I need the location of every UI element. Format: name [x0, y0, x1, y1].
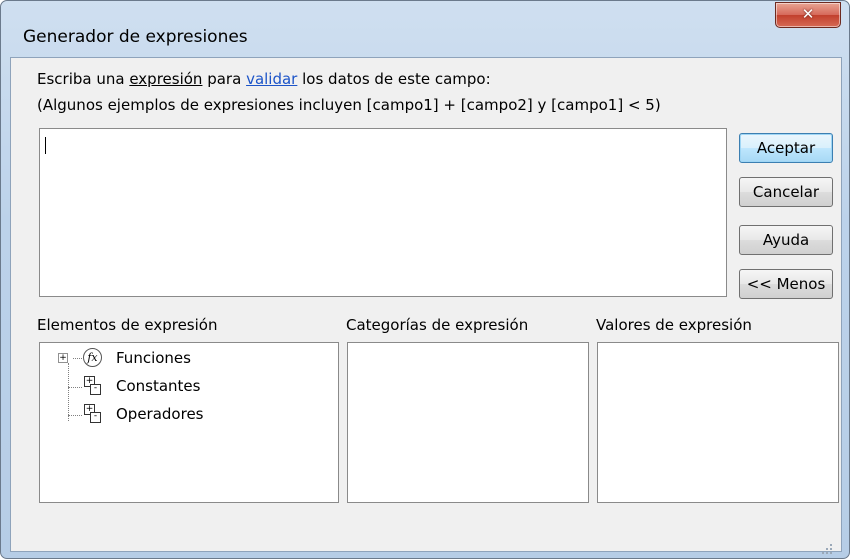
categories-panel-label: Categorías de expresión — [346, 316, 529, 334]
instruction-line-2: (Algunos ejemplos de expresiones incluye… — [37, 96, 661, 114]
elements-tree[interactable]: + fx Funciones + - Constantes + - Operador… — [39, 342, 339, 503]
dialog-window: Generador de expresiones ✕ Escriba una e… — [0, 0, 850, 559]
accept-button[interactable]: Aceptar — [739, 133, 833, 163]
window-title: Generador de expresiones — [23, 27, 248, 47]
tree-connector — [68, 363, 69, 421]
tree-connector — [68, 415, 82, 416]
title-bar[interactable]: Generador de expresiones ✕ — [1, 1, 849, 57]
elements-panel-label: Elementos de expresión — [37, 316, 218, 334]
close-button[interactable]: ✕ — [775, 2, 841, 28]
close-icon: ✕ — [801, 5, 815, 23]
tree-item-operadores[interactable]: Operadores — [116, 405, 204, 423]
operators-icon: + - — [84, 404, 101, 423]
resize-grip-icon[interactable] — [821, 543, 833, 555]
tree-connector — [73, 358, 82, 359]
help-button[interactable]: Ayuda — [739, 225, 833, 255]
dialog-client-area: Escriba una expresión para validar los d… — [10, 57, 842, 552]
tree-item-funciones[interactable]: Funciones — [116, 349, 191, 367]
cancel-button[interactable]: Cancelar — [739, 177, 833, 207]
validar-link[interactable]: validar — [246, 70, 297, 88]
values-panel-label: Valores de expresión — [596, 316, 752, 334]
expression-input[interactable] — [39, 128, 727, 297]
tree-item-constantes[interactable]: Constantes — [116, 377, 200, 395]
instruction-text: los datos de este campo: — [297, 70, 491, 88]
instruction-line-1: Escriba una expresión para validar los d… — [37, 70, 491, 88]
categories-list[interactable] — [347, 342, 589, 503]
constants-icon: + - — [84, 376, 101, 395]
instruction-text: para — [202, 70, 247, 88]
instruction-keyword: expresión — [129, 70, 203, 88]
text-caret — [45, 137, 46, 154]
instruction-text: Escriba una — [37, 70, 130, 88]
function-icon: fx — [83, 348, 102, 367]
tree-connector — [68, 387, 82, 388]
expand-funciones-button[interactable]: + — [58, 353, 68, 363]
less-button[interactable]: << Menos — [739, 269, 833, 299]
values-list[interactable] — [597, 342, 839, 503]
